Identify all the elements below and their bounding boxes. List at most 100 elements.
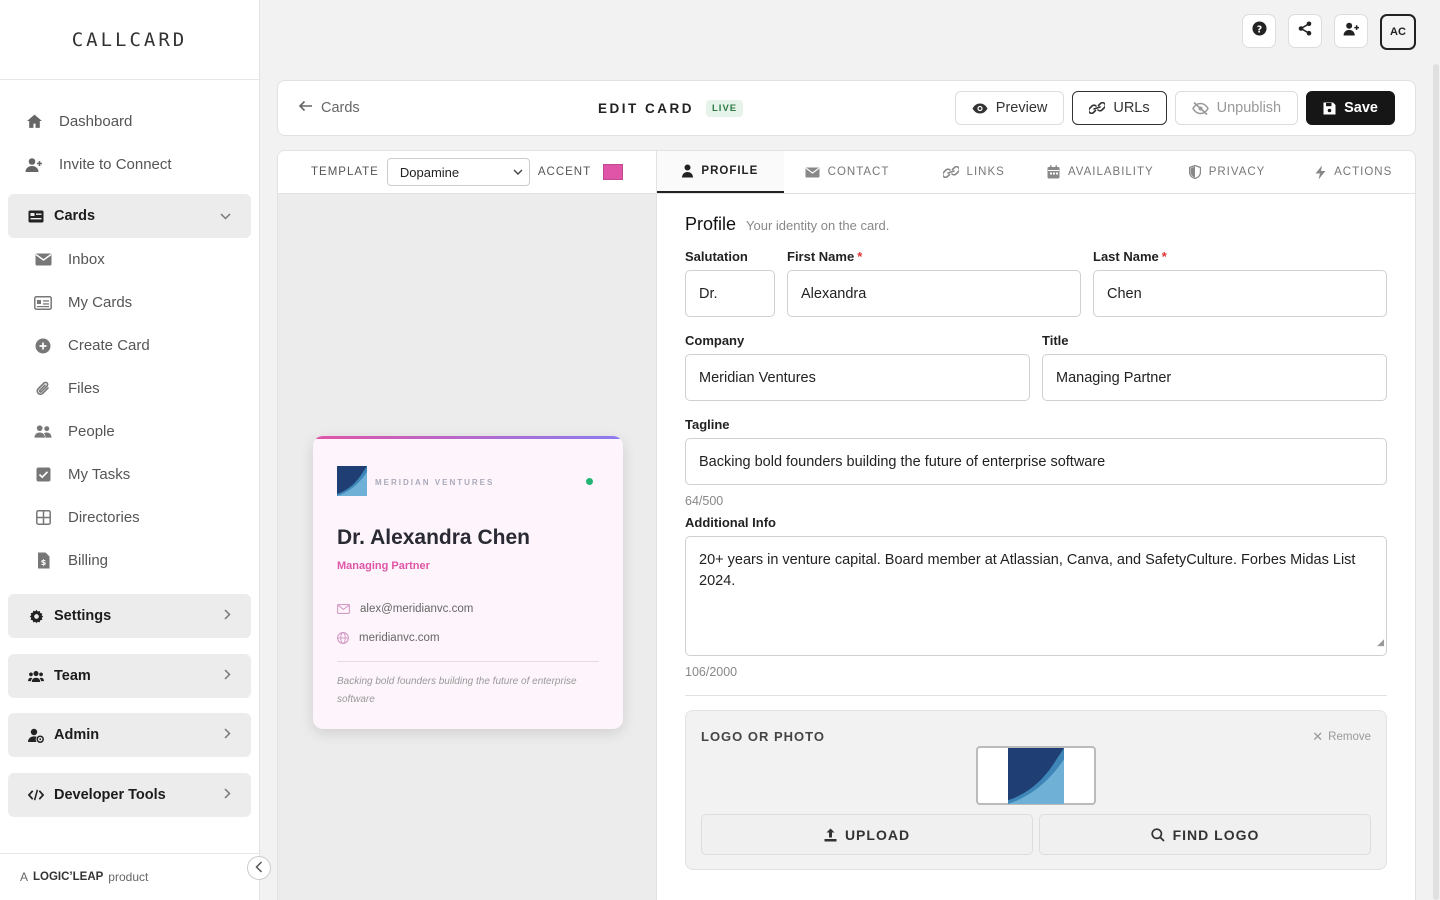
accent-color-swatch[interactable] <box>603 164 624 180</box>
back-link-label: Cards <box>321 100 360 116</box>
title-input[interactable]: Managing Partner <box>1042 354 1387 401</box>
first-name-field: First Name * Alexandra <box>787 249 1081 317</box>
tab-label: ACTIONS <box>1334 166 1393 178</box>
arrow-left-icon <box>298 99 313 117</box>
sidebar-item-label: Invite to Connect <box>59 156 172 173</box>
title-field: Title Managing Partner <box>1042 333 1387 401</box>
sidebar-group-label: Developer Tools <box>54 787 166 803</box>
card-divider <box>337 661 599 662</box>
first-name-input[interactable]: Alexandra <box>787 270 1081 317</box>
sidebar-item-invite[interactable]: Invite to Connect <box>8 143 251 186</box>
tab-label: AVAILABILITY <box>1067 166 1154 178</box>
find-logo-button[interactable]: FIND LOGO <box>1039 814 1371 855</box>
first-name-label-text: First Name <box>787 249 855 264</box>
chevron-left-icon <box>255 860 263 876</box>
sidebar-item-my-cards[interactable]: My Cards <box>26 281 259 324</box>
tab-contact[interactable]: CONTACT <box>784 151 911 193</box>
tagline-label: Tagline <box>685 417 730 432</box>
urls-button[interactable]: URLs <box>1072 91 1167 125</box>
team-icon <box>28 668 44 684</box>
help-button[interactable]: ? <box>1242 14 1276 48</box>
sidebar-group-label: Cards <box>54 208 96 224</box>
footer-brand[interactable]: LOGIC’LEAP <box>33 871 103 883</box>
template-select[interactable]: Dopamine <box>386 158 530 186</box>
tab-links[interactable]: LINKS <box>910 151 1037 193</box>
user-plus-icon <box>25 156 43 174</box>
sidebar-item-my-tasks[interactable]: My Tasks <box>26 453 259 496</box>
sidebar-item-files[interactable]: Files <box>26 367 259 410</box>
remove-logo-button[interactable]: ✕ Remove <box>1312 729 1371 745</box>
additional-info-textarea[interactable]: 20+ years in venture capital. Board memb… <box>685 536 1387 656</box>
plus-circle-icon <box>34 337 52 355</box>
salutation-field: Salutation Dr. <box>685 249 775 317</box>
sidebar-item-people[interactable]: People <box>26 410 259 453</box>
salutation-input[interactable]: Dr. <box>685 270 775 317</box>
logo-section-title: LOGO OR PHOTO <box>701 729 825 744</box>
sidebar-collapse-button[interactable] <box>247 856 271 880</box>
tab-availability[interactable]: AVAILABILITY <box>1037 151 1164 193</box>
chevron-right-icon <box>224 669 231 683</box>
additional-info-field: Additional Info 20+ years in venture cap… <box>685 515 1387 679</box>
sidebar-item-create-card[interactable]: Create Card <box>26 324 259 367</box>
tab-actions[interactable]: ACTIONS <box>1290 151 1415 193</box>
urls-button-label: URLs <box>1113 100 1150 116</box>
sidebar-item-directories[interactable]: Directories <box>26 496 259 539</box>
tagline-input[interactable]: Backing bold founders building the futur… <box>685 438 1387 485</box>
sidebar-group-developer-tools[interactable]: Developer Tools <box>8 773 251 817</box>
scrollbar-thumb[interactable] <box>1433 64 1439 900</box>
page-scrollbar[interactable] <box>1432 64 1440 900</box>
tab-profile[interactable]: PROFILE <box>657 151 784 193</box>
add-user-button[interactable] <box>1334 14 1368 48</box>
save-button[interactable]: Save <box>1306 91 1395 125</box>
unpublish-button[interactable]: Unpublish <box>1174 91 1299 125</box>
card-website-text: meridianvc.com <box>359 632 440 644</box>
unpublish-button-label: Unpublish <box>1216 100 1282 116</box>
sidebar-group-admin[interactable]: Admin <box>8 713 251 757</box>
preview-button-label: Preview <box>995 100 1048 116</box>
sidebar-group-cards[interactable]: Cards <box>8 194 251 238</box>
last-name-input[interactable]: Chen <box>1093 270 1387 317</box>
section-title: Profile <box>685 214 737 234</box>
sidebar-item-inbox[interactable]: Inbox <box>26 238 259 281</box>
calendar-icon <box>1047 165 1060 179</box>
card-accent-bar <box>313 436 623 439</box>
sidebar-item-label: People <box>68 423 115 440</box>
card-email-text: alex@meridianvc.com <box>360 603 474 615</box>
upload-logo-button[interactable]: UPLOAD <box>701 814 1033 855</box>
code-icon <box>28 787 44 803</box>
card-website[interactable]: meridianvc.com <box>337 632 440 644</box>
preview-button[interactable]: Preview <box>954 91 1065 125</box>
eye-icon <box>972 103 988 114</box>
sidebar-footer: A LOGIC’LEAP product <box>0 853 259 900</box>
share-button[interactable] <box>1288 14 1322 48</box>
business-card-preview: MERIDIAN VENTURES Dr. Alexandra Chen Man… <box>313 436 623 729</box>
page-title-text: EDIT CARD <box>598 100 694 116</box>
chevron-down-icon <box>513 167 523 178</box>
envelope-icon <box>337 604 350 614</box>
sidebar-group-settings[interactable]: Settings <box>8 594 251 638</box>
sidebar-item-dashboard[interactable]: Dashboard <box>8 100 251 143</box>
sidebar-group-team[interactable]: Team <box>8 654 251 698</box>
logo-thumbnail[interactable] <box>976 746 1096 805</box>
sidebar-item-label: Dashboard <box>59 113 133 130</box>
user-avatar[interactable]: AC <box>1380 14 1416 50</box>
tagline-field: Tagline Backing bold founders building t… <box>685 417 1387 508</box>
app-logo[interactable]: CALLCARD <box>0 0 259 80</box>
bolt-icon <box>1315 165 1326 180</box>
sidebar-item-billing[interactable]: $ Billing <box>26 539 259 582</box>
company-input[interactable]: Meridian Ventures <box>685 354 1030 401</box>
back-to-cards-link[interactable]: Cards <box>298 99 360 117</box>
sidebar-item-label: Directories <box>68 509 140 526</box>
card-email[interactable]: alex@meridianvc.com <box>337 603 473 615</box>
card-title: Managing Partner <box>337 560 430 572</box>
page-title: EDIT CARD LIVE <box>598 99 744 117</box>
envelope-icon <box>805 167 820 178</box>
remove-logo-label: Remove <box>1328 731 1371 743</box>
editor-tabs: PROFILE CONTACT LINKS AVAILABILITY PRIVA… <box>657 151 1415 194</box>
tab-privacy[interactable]: PRIVACY <box>1164 151 1291 193</box>
edit-card-header: Cards EDIT CARD LIVE Preview URLs Unpubl… <box>277 80 1416 136</box>
sidebar-item-label: Billing <box>68 552 109 569</box>
resize-grip-icon[interactable]: ◢ <box>1377 632 1384 653</box>
svg-text:?: ? <box>1256 24 1261 35</box>
company-field: Company Meridian Ventures <box>685 333 1030 401</box>
